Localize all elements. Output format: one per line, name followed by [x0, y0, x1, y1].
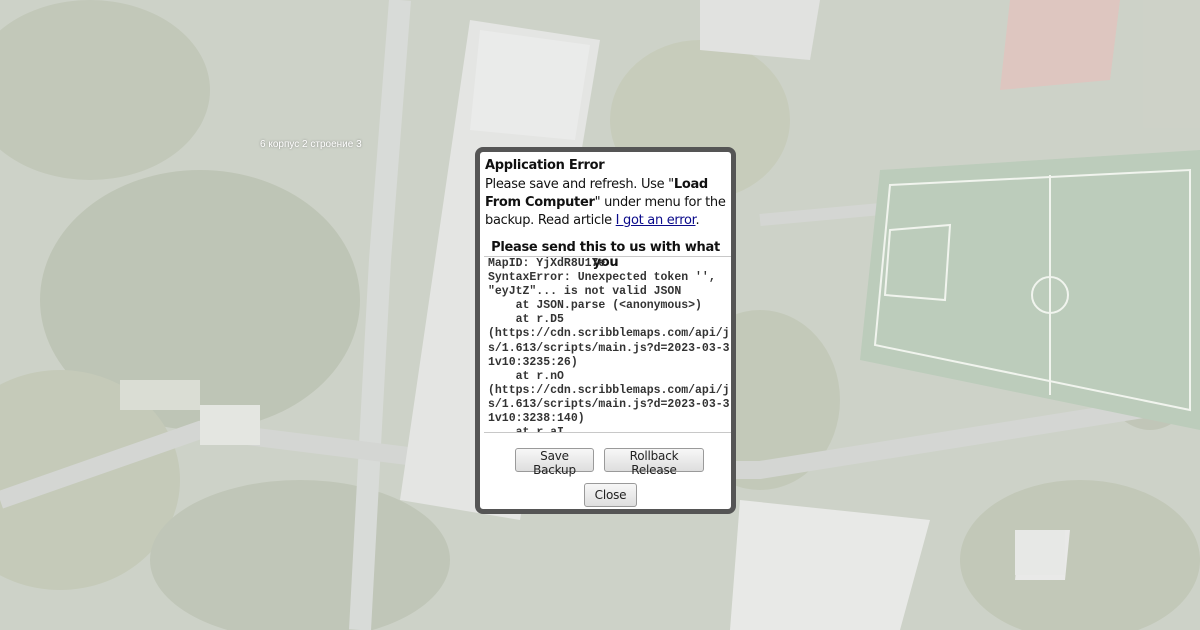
- message-text-end: .: [695, 213, 700, 228]
- dialog-title: Application Error: [485, 158, 605, 173]
- error-log-box[interactable]: MapID: YjXdR8U17e SyntaxError: Unexpecte…: [484, 256, 731, 433]
- error-article-link[interactable]: I got an error: [616, 213, 696, 228]
- save-backup-button[interactable]: Save Backup: [515, 448, 594, 477]
- error-log-text: MapID: YjXdR8U17e SyntaxError: Unexpecte…: [488, 257, 730, 433]
- application-error-dialog: Application Error Please save and refres…: [475, 147, 736, 514]
- dialog-message: Please save and refresh. Use "Load From …: [485, 176, 729, 230]
- rollback-release-button[interactable]: Rollback Release: [604, 448, 704, 477]
- message-text-1: Please save and refresh. Use ": [485, 177, 674, 192]
- map-place-label: 6 корпус 2 строение 3: [260, 139, 362, 150]
- close-button[interactable]: Close: [584, 483, 637, 507]
